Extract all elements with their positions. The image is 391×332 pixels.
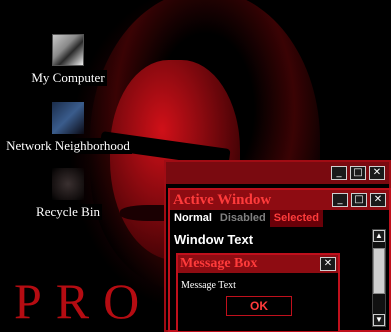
desktop-icon-recycle-bin[interactable]: Recycle Bin [28, 168, 108, 221]
window-title: Active Window [173, 191, 272, 208]
vertical-scrollbar[interactable]: ▲ ▼ [372, 229, 386, 327]
minimize-button[interactable]: _ [331, 166, 347, 180]
message-box-titlebar[interactable]: Message Box ✕ [178, 255, 338, 273]
close-button[interactable]: ✕ [320, 257, 336, 271]
recycle-bin-icon [52, 168, 84, 200]
computer-icon [52, 34, 84, 66]
desktop-icon-my-computer[interactable]: My Computer [20, 34, 116, 87]
network-icon [52, 102, 84, 134]
wallpaper-brand-text: PRO [14, 273, 154, 329]
scroll-up-button[interactable]: ▲ [373, 230, 385, 242]
menu-item-selected[interactable]: Selected [269, 210, 324, 227]
active-window[interactable]: Active Window _ □ ✕ Normal Disabled Sele… [168, 188, 391, 332]
menu-item-disabled: Disabled [219, 212, 266, 224]
desktop-icon-network-neighborhood[interactable]: Network Neighborhood [0, 102, 136, 155]
message-box-title: Message Box [180, 256, 258, 271]
desktop: PRO I My Computer Network Neighborhood R… [0, 0, 391, 332]
menu-bar: Normal Disabled Selected [170, 210, 389, 227]
message-box[interactable]: Message Box ✕ Message Text OK [176, 253, 340, 332]
scroll-thumb[interactable] [373, 248, 385, 294]
desktop-icon-label: Network Neighborhood [4, 138, 132, 154]
maximize-button[interactable]: □ [350, 166, 366, 180]
inactive-window-titlebar[interactable]: _ □ ✕ [166, 162, 389, 184]
close-button[interactable]: ✕ [369, 166, 385, 180]
message-text: Message Text [181, 280, 236, 291]
close-button[interactable]: ✕ [370, 193, 386, 207]
active-window-titlebar[interactable]: Active Window _ □ ✕ [170, 190, 389, 210]
maximize-button[interactable]: □ [351, 193, 367, 207]
menu-item-normal[interactable]: Normal [170, 210, 216, 227]
scroll-down-button[interactable]: ▼ [373, 314, 385, 326]
minimize-button[interactable]: _ [332, 193, 348, 207]
ok-button[interactable]: OK [226, 296, 292, 316]
window-text: Window Text [174, 232, 254, 247]
desktop-icon-label: My Computer [29, 70, 107, 86]
window-client-area: Window Text ▲ ▼ Message Box ✕ Message Te… [170, 227, 389, 332]
desktop-icon-label: Recycle Bin [34, 204, 102, 220]
